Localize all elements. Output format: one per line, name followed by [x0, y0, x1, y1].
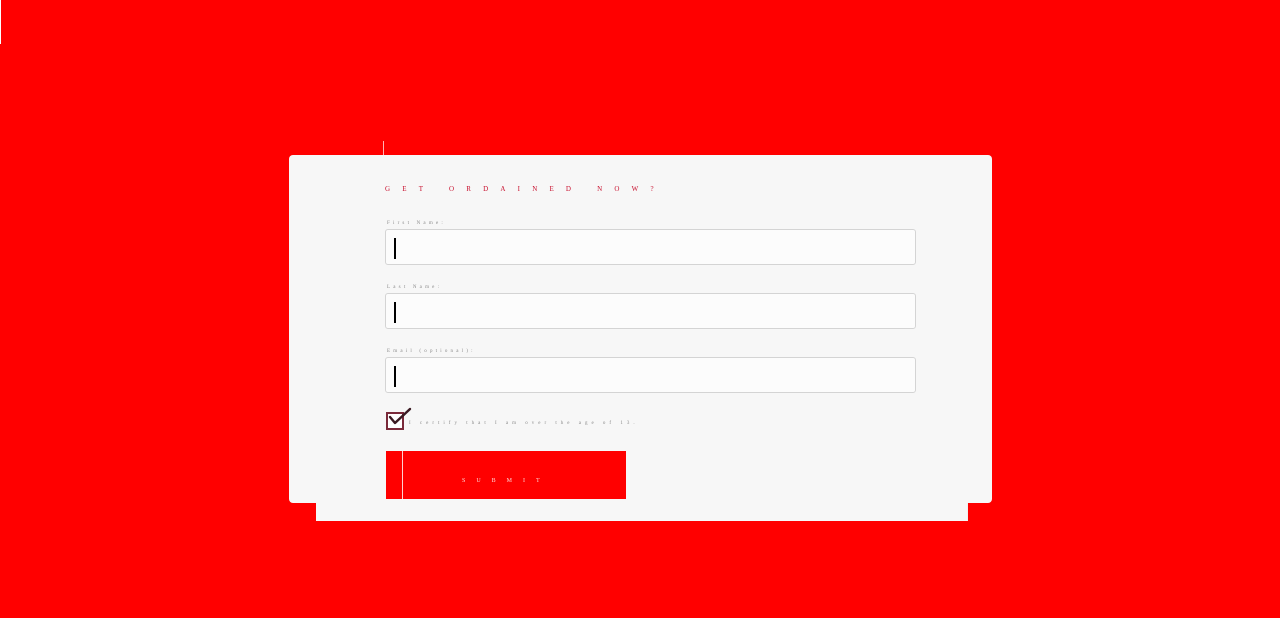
email-label: Email (optional): [387, 349, 476, 354]
text-caret [394, 238, 396, 259]
card-shadow [316, 500, 967, 521]
submit-label: SUBMIT [462, 478, 551, 484]
submit-button[interactable]: SUBMIT [386, 451, 626, 499]
first-name-label: First Name: [387, 221, 446, 226]
text-caret [394, 302, 396, 323]
form-title: GET ORDAINED NOW? [385, 185, 666, 193]
edge-mark [0, 0, 1, 44]
card-shadow-edge [967, 502, 968, 521]
first-name-field[interactable] [385, 229, 916, 265]
email-input[interactable] [386, 358, 915, 392]
decorative-line [383, 141, 384, 155]
email-field[interactable] [385, 357, 916, 393]
last-name-field[interactable] [385, 293, 916, 329]
last-name-label: Last Name: [387, 285, 443, 290]
age-certify-label: I certify that I am over the age of 13. [409, 421, 639, 426]
last-name-input[interactable] [386, 294, 915, 328]
first-name-input[interactable] [386, 230, 915, 264]
submit-divider [402, 451, 403, 499]
text-caret [394, 366, 396, 387]
